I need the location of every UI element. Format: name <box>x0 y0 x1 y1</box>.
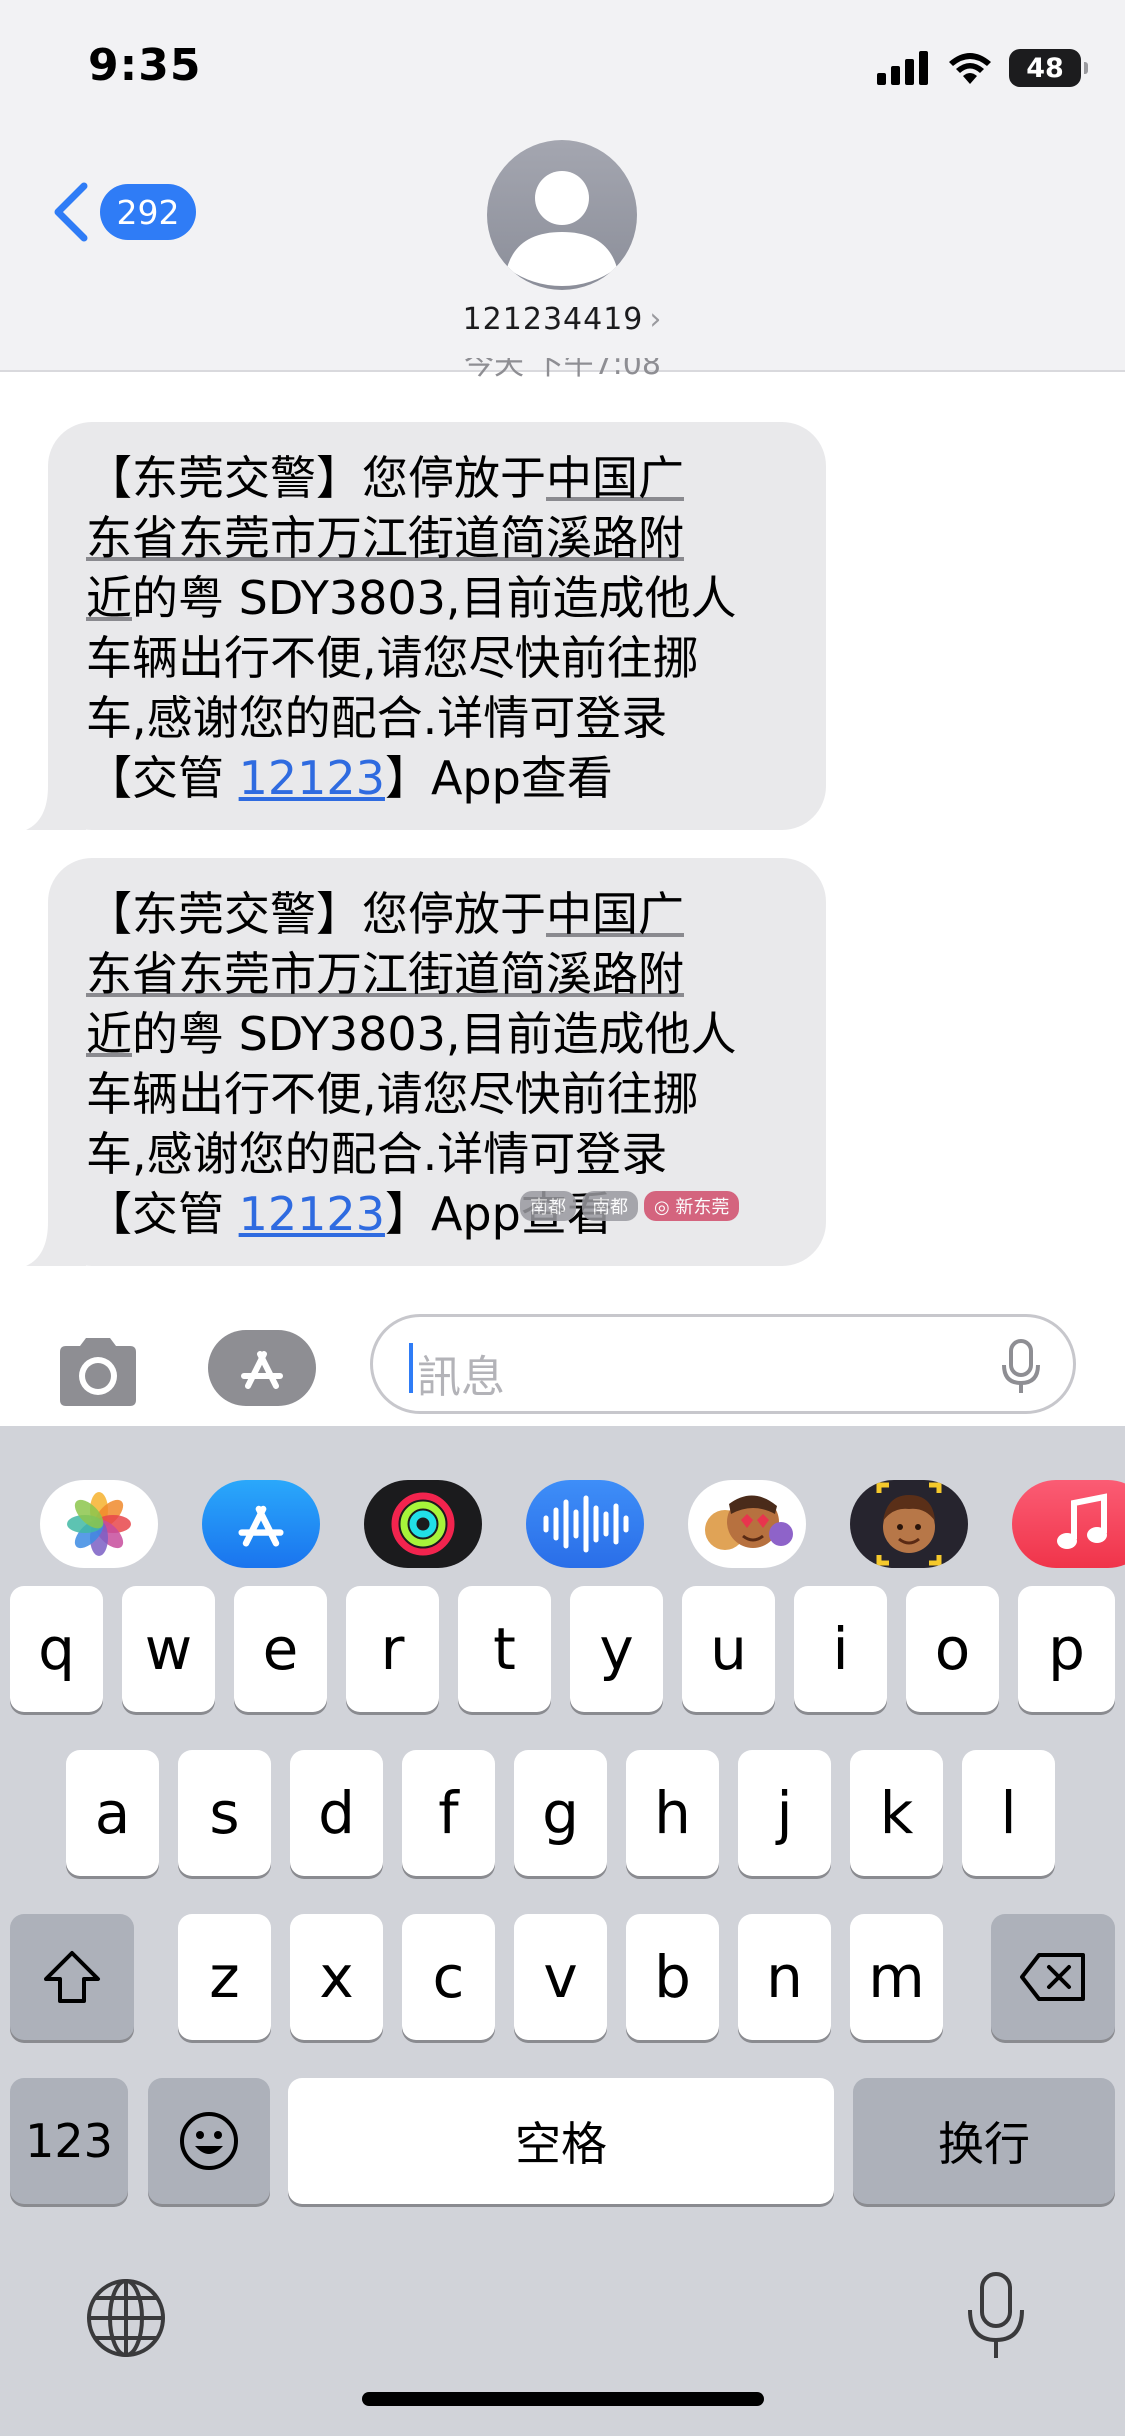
key-h[interactable]: h <box>626 1750 719 1876</box>
contact-avatar[interactable] <box>487 140 637 290</box>
person-icon <box>507 171 617 286</box>
key-d[interactable]: d <box>290 1750 383 1876</box>
key-n[interactable]: n <box>738 1914 831 2040</box>
activity-app-icon[interactable] <box>364 1480 482 1568</box>
message-line: 车,感谢您的配合.详情可登录 <box>86 1127 668 1181</box>
key-p[interactable]: p <box>1018 1586 1115 1712</box>
memoji-stickers-icon <box>705 1495 793 1550</box>
keyboard: q w e r t y u i o p a s d f g h j k l z … <box>0 1426 1125 2436</box>
numbers-key[interactable]: 123 <box>10 2078 128 2204</box>
unread-count-badge: 292 <box>100 184 196 240</box>
watermark: 南都 南都 ◎ 新东莞 <box>520 1191 740 1221</box>
message-line: 车辆出行不便,请您尽快前往挪 <box>86 631 699 685</box>
key-y[interactable]: y <box>570 1586 663 1712</box>
conversation-header: 9:35 48 292 121234419 › <box>0 0 1125 372</box>
key-q[interactable]: q <box>10 1586 103 1712</box>
home-indicator[interactable] <box>362 2392 764 2406</box>
message-line: 近的粤 SDY3803,目前造成他人 <box>86 571 737 625</box>
watermark-label: 南都 <box>582 1191 638 1221</box>
message-line: 东省东莞市万江街道简溪路附 <box>86 947 684 1001</box>
key-k[interactable]: k <box>850 1750 943 1876</box>
activity-rings-icon <box>391 1492 455 1556</box>
back-button[interactable]: 292 <box>48 180 196 244</box>
wifi-icon <box>949 53 991 84</box>
memoji-face-icon <box>876 1482 942 1566</box>
message-line: 【东莞交警】您停放于中国广 <box>86 451 684 505</box>
key-j[interactable]: j <box>738 1750 831 1876</box>
contact-name[interactable]: 121234419 › <box>0 302 1125 337</box>
space-key[interactable]: 空格 <box>288 2078 834 2204</box>
key-s[interactable]: s <box>178 1750 271 1876</box>
key-c[interactable]: c <box>402 1914 495 2040</box>
emoji-icon <box>180 2112 238 2170</box>
backspace-icon <box>1020 1953 1085 2001</box>
photos-app-icon[interactable] <box>40 1480 158 1568</box>
key-x[interactable]: x <box>290 1914 383 2040</box>
text-cursor <box>409 1343 413 1393</box>
key-i[interactable]: i <box>794 1586 887 1712</box>
voice-memo-app-icon[interactable] <box>526 1480 644 1568</box>
camera-icon[interactable] <box>52 1336 144 1408</box>
app-store-icon <box>241 1351 283 1389</box>
bubble-tail <box>26 786 86 830</box>
message-timestamp: 今天 下午7:08 <box>464 358 661 382</box>
message-line: 东省东莞市万江街道简溪路附 <box>86 511 684 565</box>
key-t[interactable]: t <box>458 1586 551 1712</box>
cellular-signal-icon <box>877 51 928 85</box>
message-bubble[interactable]: 【东莞交警】您停放于中国广 东省东莞市万江街道简溪路附 近的粤 SDY3803,… <box>26 422 826 830</box>
key-g[interactable]: g <box>514 1750 607 1876</box>
key-a[interactable]: a <box>66 1750 159 1876</box>
message-line: 车辆出行不便,请您尽快前往挪 <box>86 1067 699 1121</box>
microphone-icon[interactable] <box>1001 1339 1041 1395</box>
message-input[interactable]: 訊息 <box>370 1314 1076 1414</box>
globe-icon[interactable] <box>84 2276 168 2360</box>
status-time: 9:35 <box>88 40 202 91</box>
bubble-tail <box>26 1222 86 1266</box>
message-line: 近的粤 SDY3803,目前造成他人 <box>86 1007 737 1061</box>
phone-number-link[interactable]: 12123 <box>239 1187 385 1241</box>
compose-bar: 訊息 <box>0 1296 1125 1426</box>
app-store-icon <box>238 1505 284 1547</box>
app-store-button[interactable] <box>208 1330 316 1406</box>
message-line: 【交管 12123】App查看 <box>86 751 613 805</box>
shift-key[interactable] <box>10 1914 134 2040</box>
photos-icon <box>67 1492 131 1556</box>
phone-number-link[interactable]: 12123 <box>239 751 385 805</box>
key-f[interactable]: f <box>402 1750 495 1876</box>
delete-key[interactable] <box>991 1914 1115 2040</box>
return-key[interactable]: 换行 <box>853 2078 1115 2204</box>
watermark-label: 南都 <box>520 1191 576 1221</box>
chevron-right-icon: › <box>649 302 663 337</box>
emoji-key[interactable] <box>148 2078 270 2204</box>
message-placeholder: 訊息 <box>417 1352 505 1403</box>
key-w[interactable]: w <box>122 1586 215 1712</box>
contact-number: 121234419 <box>462 302 644 337</box>
shift-arrow-icon <box>44 1951 100 2003</box>
key-v[interactable]: v <box>514 1914 607 2040</box>
message-line: 车,感谢您的配合.详情可登录 <box>86 691 668 745</box>
battery-indicator: 48 <box>1009 49 1088 87</box>
key-o[interactable]: o <box>906 1586 999 1712</box>
app-store-app-icon[interactable] <box>202 1480 320 1568</box>
key-m[interactable]: m <box>850 1914 943 2040</box>
key-r[interactable]: r <box>346 1586 439 1712</box>
music-app-icon[interactable] <box>1012 1480 1125 1568</box>
status-icons: 48 <box>877 44 1088 92</box>
chevron-left-icon <box>54 182 88 242</box>
key-e[interactable]: e <box>234 1586 327 1712</box>
watermark-label: ◎ 新东莞 <box>644 1191 740 1221</box>
key-l[interactable]: l <box>962 1750 1055 1876</box>
imessage-app-strip <box>0 1458 1125 1588</box>
memoji-app-icon[interactable] <box>850 1480 968 1568</box>
key-z[interactable]: z <box>178 1914 271 2040</box>
key-b[interactable]: b <box>626 1914 719 2040</box>
music-note-icon <box>1057 1493 1107 1549</box>
dictation-microphone-icon[interactable] <box>966 2270 1026 2362</box>
key-u[interactable]: u <box>682 1586 775 1712</box>
memoji-stickers-app-icon[interactable] <box>688 1480 806 1568</box>
message-line: 【东莞交警】您停放于中国广 <box>86 887 684 941</box>
audio-waveform-icon <box>543 1495 629 1553</box>
